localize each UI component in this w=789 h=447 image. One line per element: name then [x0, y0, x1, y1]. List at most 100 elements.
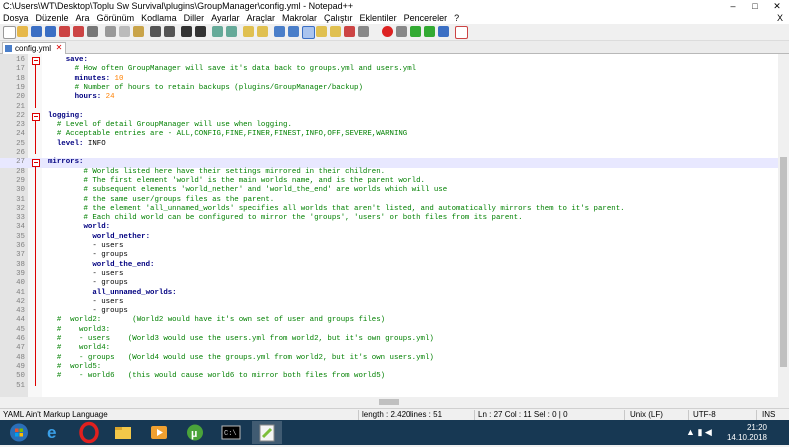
- menu-macro[interactable]: Makrolar: [279, 12, 321, 24]
- editor-area[interactable]: 16 save: 17 # How often GroupManager will…: [0, 54, 778, 397]
- notepadpp-icon[interactable]: [252, 421, 282, 444]
- menu-language[interactable]: Diller: [181, 12, 209, 24]
- code-line[interactable]: 38 world_the_end:: [0, 261, 778, 270]
- zoom-in-icon[interactable]: [212, 26, 223, 37]
- code-line[interactable]: 17 # How often GroupManager will save it…: [0, 65, 778, 74]
- code-line[interactable]: 29 # The first element 'world' is the ma…: [0, 177, 778, 186]
- code-line[interactable]: 50 # - world6 (this would cause world6 t…: [0, 372, 778, 381]
- code-line[interactable]: 51: [0, 382, 778, 391]
- menu-plugins[interactable]: Eklentiler: [357, 12, 401, 24]
- code-line[interactable]: 37 - groups: [0, 251, 778, 260]
- fold-toggle-icon[interactable]: [32, 57, 40, 65]
- code-line[interactable]: 34 world:: [0, 223, 778, 232]
- run-macro-multiple-icon[interactable]: [424, 26, 435, 37]
- menu-edit[interactable]: Düzenle: [33, 12, 73, 24]
- menu-window[interactable]: Pencereler: [401, 12, 452, 24]
- horizontal-scroll-thumb[interactable]: [379, 399, 399, 405]
- code-line[interactable]: 49 # world5:: [0, 363, 778, 372]
- clock[interactable]: 21:20 14.10.2018: [727, 423, 767, 443]
- save-icon[interactable]: [31, 26, 42, 37]
- code-line[interactable]: 30 # subsequent elements 'world_nether' …: [0, 186, 778, 195]
- code-line[interactable]: 18 minutes: 10: [0, 75, 778, 84]
- record-macro-icon[interactable]: [382, 26, 393, 37]
- ie-icon[interactable]: e: [38, 421, 68, 444]
- menu-search[interactable]: Ara: [73, 12, 94, 24]
- word-wrap-icon[interactable]: [274, 26, 285, 37]
- menu-settings[interactable]: Ayarlar: [208, 12, 243, 24]
- tray-up-arrow-icon[interactable]: ▲: [686, 427, 695, 437]
- code-line[interactable]: 35 world_nether:: [0, 233, 778, 242]
- fold-toggle-icon[interactable]: [32, 159, 40, 168]
- code-line[interactable]: 43 - groups: [0, 307, 778, 316]
- spell-check-icon[interactable]: [455, 26, 468, 39]
- menu-view[interactable]: Görünüm: [94, 12, 139, 24]
- code-line[interactable]: 47 # world4:: [0, 344, 778, 353]
- print-icon[interactable]: [87, 26, 98, 37]
- indent-guide-icon[interactable]: [302, 26, 315, 39]
- code-line[interactable]: 40 - groups: [0, 279, 778, 288]
- sync-horizontal-icon[interactable]: [257, 26, 268, 37]
- code-line[interactable]: 26: [0, 149, 778, 158]
- code-line[interactable]: 33 # Each child world can be configured …: [0, 214, 778, 223]
- code-line[interactable]: 28 # Worlds listed here have their setti…: [0, 168, 778, 177]
- replace-icon[interactable]: [195, 26, 206, 37]
- paste-icon[interactable]: [133, 26, 144, 37]
- code-line[interactable]: 31 # the same user/groups files as the p…: [0, 196, 778, 205]
- network-icon[interactable]: ▮: [697, 427, 702, 437]
- function-list-icon[interactable]: [330, 26, 341, 37]
- minimize-button[interactable]: –: [723, 0, 743, 12]
- code-line[interactable]: 46 # - users (World3 would use the users…: [0, 335, 778, 344]
- stop-macro-icon[interactable]: [396, 26, 407, 37]
- code-line[interactable]: 32 # the element 'all_unnamed_worlds' sp…: [0, 205, 778, 214]
- redo-icon[interactable]: [164, 26, 175, 37]
- show-all-chars-icon[interactable]: [288, 26, 299, 37]
- cut-icon[interactable]: [105, 26, 116, 37]
- cmd-icon[interactable]: C:\: [216, 421, 246, 444]
- media-player-icon[interactable]: [144, 421, 174, 444]
- start-button[interactable]: [4, 421, 34, 444]
- tab-close-icon[interactable]: ✕: [55, 44, 63, 52]
- code-line[interactable]: 22 logging:: [0, 112, 778, 121]
- new-file-icon[interactable]: [3, 26, 16, 39]
- code-line[interactable]: 41 all_unnamed_worlds:: [0, 289, 778, 298]
- save-macro-icon[interactable]: [438, 26, 449, 37]
- open-file-icon[interactable]: [17, 26, 28, 37]
- undo-icon[interactable]: [150, 26, 161, 37]
- doc-map-icon[interactable]: [316, 26, 327, 37]
- tab-config-yml[interactable]: config.yml ✕: [2, 42, 67, 54]
- close-all-icon[interactable]: [73, 26, 84, 37]
- menu-help[interactable]: ?: [451, 12, 463, 24]
- maximize-button[interactable]: □: [745, 0, 765, 12]
- menu-run[interactable]: Çalıştır: [321, 12, 357, 24]
- utorrent-icon[interactable]: µ: [180, 421, 210, 444]
- sync-vertical-icon[interactable]: [243, 26, 254, 37]
- save-all-icon[interactable]: [45, 26, 56, 37]
- code-line[interactable]: 42 - users: [0, 298, 778, 307]
- code-line[interactable]: 36 - users: [0, 242, 778, 251]
- code-line[interactable]: 39 - users: [0, 270, 778, 279]
- close-document-icon[interactable]: X: [777, 12, 783, 24]
- close-file-icon[interactable]: [59, 26, 70, 37]
- code-line[interactable]: 27 mirrors:: [0, 158, 778, 168]
- folder-workspace-icon[interactable]: [344, 26, 355, 37]
- code-line[interactable]: 19 # Number of hours to retain backups (…: [0, 84, 778, 93]
- volume-icon[interactable]: ◀: [705, 427, 712, 437]
- code-line[interactable]: 24 # Acceptable entries are - ALL,CONFIG…: [0, 130, 778, 139]
- code-line[interactable]: 23 # Level of detail GroupManager will u…: [0, 121, 778, 130]
- menu-encoding[interactable]: Kodlama: [138, 12, 181, 24]
- close-button[interactable]: ✕: [767, 0, 787, 12]
- menu-file[interactable]: Dosya: [0, 12, 33, 24]
- zoom-out-icon[interactable]: [226, 26, 237, 37]
- code-line[interactable]: 45 # world3:: [0, 326, 778, 335]
- copy-icon[interactable]: [119, 26, 130, 37]
- menu-tools[interactable]: Araçlar: [244, 12, 280, 24]
- opera-icon[interactable]: [74, 421, 104, 444]
- code-line[interactable]: 25 level: INFO: [0, 140, 778, 149]
- code-line[interactable]: 44 # world2: (World2 would have it's own…: [0, 316, 778, 325]
- monitoring-icon[interactable]: [358, 26, 369, 37]
- find-icon[interactable]: [181, 26, 192, 37]
- fold-toggle-icon[interactable]: [32, 112, 40, 121]
- code-line[interactable]: 48 # - groups (World4 would use the grou…: [0, 354, 778, 363]
- code-line[interactable]: 16 save:: [0, 56, 778, 65]
- system-tray[interactable]: ▲ ▮ ◀: [686, 427, 712, 438]
